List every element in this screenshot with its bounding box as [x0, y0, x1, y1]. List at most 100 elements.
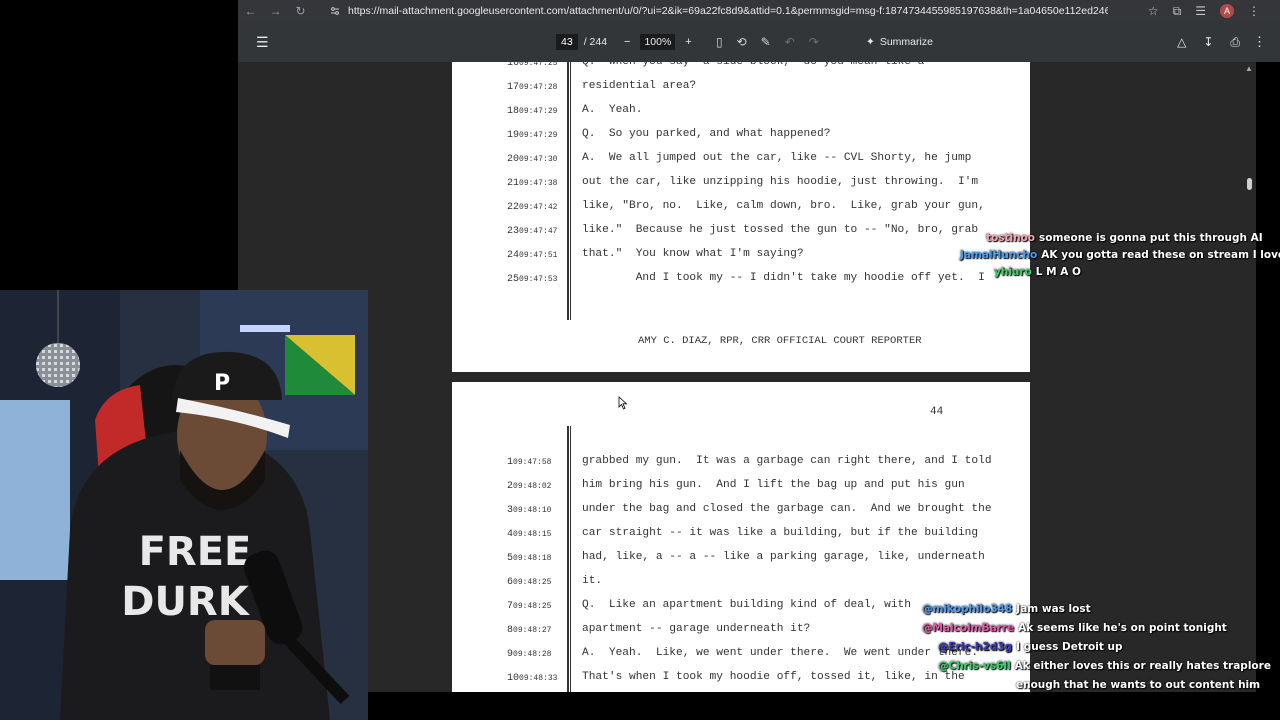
line-timestamp: 09:48:02 [513, 482, 552, 491]
court-reporter-footer: AMY C. DIAZ, RPR, CRR OFFICIAL COURT REP… [638, 335, 922, 347]
shirt-text-line1: FREE [139, 529, 252, 575]
line-num: 25 [507, 274, 520, 285]
line-num: 19 [507, 130, 520, 141]
chat-message: @MalcolmBarre Ak seems like he's on point… [922, 622, 1227, 634]
transcript-line: A. We all jumped out the car, like -- CV… [582, 152, 972, 164]
chat-username: @Eric-h2d3g [938, 641, 1013, 653]
stream-screen: ← → ↻ https://mail-attachment.googleuser… [0, 0, 1280, 720]
margin-line [567, 426, 569, 692]
chat-text: I guess Detroit up [1016, 641, 1123, 653]
line-number: 1009:48:33 [507, 673, 567, 684]
hamburger-menu-icon[interactable]: ☰ [256, 22, 269, 62]
line-timestamp: 09:47:51 [519, 251, 558, 260]
line-timestamp: 09:48:25 [513, 578, 552, 587]
undo-icon[interactable]: ↶ [785, 35, 795, 49]
page-number: 44 [930, 406, 944, 418]
scroll-up-icon[interactable]: ▲ [1245, 64, 1253, 73]
chat-message: @Chris-vs6ll Ak either loves this or real… [938, 660, 1271, 672]
fit-page-icon[interactable]: ▯ [716, 35, 723, 49]
line-number: 109:47:58 [507, 457, 567, 468]
line-number: 2509:47:53 [507, 274, 567, 285]
forward-arrow-icon[interactable]: → [263, 4, 288, 18]
scrollbar-thumb[interactable] [1247, 178, 1252, 190]
line-num: 24 [507, 250, 520, 261]
page-number-input[interactable]: 43 [556, 34, 578, 50]
line-number: 909:48:28 [507, 649, 567, 660]
pdf-right-tools: △ ↧ ⎙ [1177, 22, 1240, 62]
chat-text: someone is gonna put this through AI [1039, 232, 1263, 244]
line-number: 1709:47:28 [507, 82, 567, 93]
zoom-in-icon[interactable]: + [685, 36, 691, 48]
transcript-line: A. Yeah. [582, 104, 643, 116]
transcript-line: under the bag and closed the garbage can… [582, 503, 992, 515]
transcript-line: car straight -- it was like a building, … [582, 527, 979, 539]
bottom-black-bar [238, 692, 1280, 720]
redo-icon[interactable]: ↷ [809, 35, 819, 49]
webcam-overlay: P FREE DURK [0, 290, 368, 720]
extensions-icon[interactable]: ⧉ [1173, 4, 1182, 19]
line-timestamp: 09:47:47 [519, 227, 558, 236]
rotate-icon[interactable]: ⟲ [737, 35, 747, 49]
annotate-pen-icon[interactable]: ✎ [761, 35, 771, 49]
line-timestamp: 09:48:28 [513, 650, 552, 659]
chat-text: L M A O [1035, 266, 1081, 278]
chat-message: yhiuro L M A O [994, 266, 1081, 278]
bookmark-star-icon[interactable]: ☆ [1148, 4, 1159, 18]
zoom-out-icon[interactable]: − [624, 36, 630, 48]
zoom-level-input[interactable]: 100% [640, 34, 676, 50]
reload-icon[interactable]: ↻ [288, 4, 313, 18]
line-timestamp: 09:48:33 [519, 674, 558, 683]
line-timestamp: 09:47:30 [519, 155, 558, 164]
line-num: 18 [507, 106, 520, 117]
line-number: 1809:47:29 [507, 106, 567, 117]
chat-message: enough that he wants to out content him [1012, 679, 1260, 691]
more-options-icon[interactable]: ⋮ [1253, 22, 1266, 62]
line-number: 2109:47:38 [507, 178, 567, 189]
pdf-viewer[interactable]: 1609:47:25 Q. When you say "a side block,… [238, 62, 1242, 692]
media-controls-icon[interactable]: ☰ [1195, 4, 1206, 18]
summarize-button[interactable]: ✦ Summarize [866, 22, 933, 62]
line-number: 609:48:25 [507, 577, 567, 588]
chat-text: Ak seems like he's on point tonight [1018, 622, 1227, 634]
summarize-label: Summarize [879, 36, 933, 48]
line-number: 1909:47:29 [507, 130, 567, 141]
page-selector: 43 / 244 [556, 22, 607, 62]
line-number: 2209:47:42 [507, 202, 567, 213]
line-num: 16 [507, 62, 520, 69]
chat-text: Jam was lost [1016, 603, 1091, 615]
pdf-scrollbar[interactable]: ▲ ▼ [1242, 62, 1256, 692]
line-timestamp: 09:48:10 [513, 506, 552, 515]
line-number: 809:48:27 [507, 625, 567, 636]
cap-logo: P [214, 371, 230, 396]
transcript-line: grabbed my gun. It was a garbage can rig… [582, 455, 992, 467]
transcript-line: That's when I took my hoodie off, tossed… [582, 671, 965, 683]
transcript-line: residential area? [582, 80, 697, 92]
chat-username: @MalcolmBarre [922, 622, 1015, 634]
line-num: 23 [507, 226, 520, 237]
mouse-cursor-icon [618, 396, 628, 410]
margin-line [570, 62, 571, 320]
profile-avatar[interactable]: A [1220, 4, 1234, 18]
transcript-line: And I took my -- I didn't take my hoodie… [582, 272, 985, 284]
drive-save-icon[interactable]: △ [1177, 35, 1186, 49]
line-timestamp: 09:47:58 [513, 458, 552, 467]
download-icon[interactable]: ↧ [1203, 35, 1213, 49]
chat-username: @Chris-vs6ll [938, 660, 1011, 672]
line-number: 409:48:15 [507, 529, 567, 540]
back-arrow-icon[interactable]: ← [238, 4, 263, 18]
margin-line [567, 62, 569, 320]
chat-username: tostinoo [986, 232, 1036, 244]
line-num: 21 [507, 178, 520, 189]
chat-username: @mikophilo348 [922, 603, 1013, 615]
print-icon[interactable]: ⎙ [1230, 35, 1240, 50]
url-text: https://mail-attachment.googleuserconten… [348, 5, 1108, 17]
url-field[interactable]: https://mail-attachment.googleuserconten… [328, 0, 1108, 22]
line-timestamp: 09:48:18 [513, 554, 552, 563]
line-timestamp: 09:47:25 [519, 62, 558, 68]
line-timestamp: 09:47:42 [519, 203, 558, 212]
browser-menu-icon[interactable]: ⋮ [1248, 4, 1260, 18]
chat-text: Ak either loves this or really hates tra… [1014, 660, 1271, 672]
sparkle-icon: ✦ [866, 36, 875, 48]
margin-line [570, 426, 571, 692]
transcript-line: had, like, a -- a -- like a parking gara… [582, 551, 985, 563]
